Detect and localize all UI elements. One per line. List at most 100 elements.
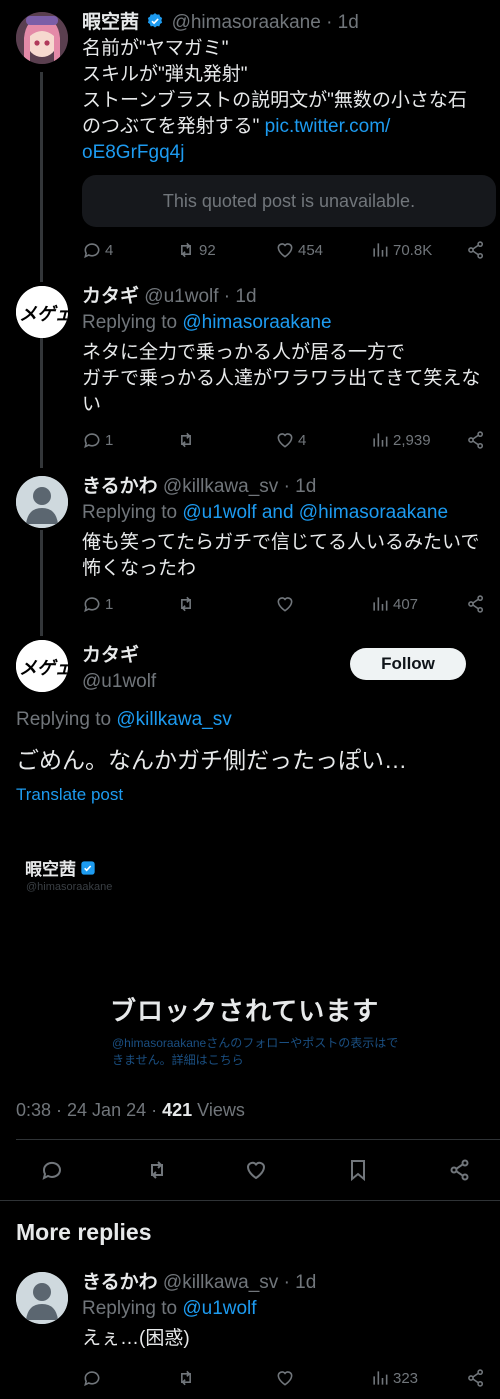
share-button[interactable] — [466, 240, 486, 260]
image-display-name: 暇空茜 — [25, 855, 96, 880]
image-handle: @himasoraakane — [26, 881, 113, 893]
attached-image[interactable]: 暇空茜 @himasoraakane ブロックされています @himasoraa… — [16, 823, 484, 1085]
retweet-icon — [181, 242, 191, 258]
handle[interactable]: @himasoraakane — [172, 12, 321, 33]
retweet-button[interactable] — [176, 594, 199, 614]
tweet-killkawa[interactable]: きるかわ @killkawa_sv · 1d Replying to @u1wo… — [0, 472, 500, 620]
share-icon — [468, 1369, 484, 1387]
share-icon — [468, 595, 484, 613]
verified-badge-icon — [148, 13, 163, 28]
bookmark-icon[interactable] — [346, 1158, 370, 1182]
share-button[interactable] — [466, 594, 486, 614]
display-name[interactable]: きるかわ — [82, 1272, 158, 1293]
handwritten-avatar-icon: メゲェ。 — [16, 640, 68, 692]
handle[interactable]: @u1wolf — [82, 671, 156, 692]
tweet-actions: 1 407 — [82, 592, 486, 616]
reply-button[interactable]: 4 — [82, 240, 113, 260]
pic-link[interactable]: pic.twitter.com/ — [265, 116, 391, 137]
tweet-text-line: い — [82, 394, 102, 415]
tweet-actions: 323 — [82, 1366, 486, 1390]
divider — [16, 1139, 500, 1140]
tweet-text: 名前が"ヤマガミ" スキルが"弾丸発射" ストーンブラストの説明文が"無数の小さ… — [82, 36, 484, 166]
reply-button[interactable]: 1 — [82, 594, 113, 614]
reply-icon — [84, 433, 100, 449]
post-time[interactable]: 0:38 · 24 Jan 24 · — [16, 1100, 157, 1120]
share-button[interactable] — [466, 430, 486, 450]
share-icon[interactable] — [448, 1158, 472, 1182]
avatar[interactable]: メゲェ。 — [16, 286, 68, 338]
avatar[interactable] — [16, 12, 68, 64]
quoted-post-unavailable: This quoted post is unavailable. — [82, 175, 496, 227]
mention-link[interactable]: @u1wolf — [182, 1298, 256, 1319]
tweet-text-line: ガチで乗っかる人達がワラワラ出てきて笑えな — [82, 368, 481, 389]
tweet-text-line: ネタに全力で乗っかる人が居る一方で — [82, 342, 406, 363]
tweet-text: えぇ…(困惑) — [82, 1328, 190, 1349]
mention-link[interactable]: @u1wolf and @himasoraakane — [182, 502, 448, 523]
like-button[interactable]: 454 — [275, 240, 323, 260]
handle[interactable]: @u1wolf — [144, 286, 218, 307]
reply-button[interactable] — [82, 1368, 102, 1388]
like-button[interactable] — [275, 594, 298, 614]
heart-icon — [277, 597, 293, 612]
timestamp[interactable]: · 1d — [284, 1272, 317, 1293]
tweet-himasoraakane[interactable]: 暇空茜 @himasoraakane · 1d 名前が"ヤマガミ" スキルが"弾… — [0, 0, 500, 280]
retweet-button[interactable] — [176, 1368, 196, 1388]
retweet-button[interactable]: 92 — [176, 240, 216, 260]
like-button[interactable] — [275, 1368, 295, 1388]
avatar[interactable]: メゲェ。 — [16, 640, 68, 692]
handle[interactable]: @killkawa_sv — [163, 476, 278, 497]
reply-button[interactable]: 1 — [82, 430, 113, 450]
display-name[interactable]: カタギ — [82, 286, 139, 307]
blocked-description: @himasoraakaneさんのフォローやポストの表示はで きません。詳細はこ… — [112, 1036, 399, 1067]
handle[interactable]: @killkawa_sv — [163, 1272, 278, 1293]
retweet-button[interactable] — [176, 430, 199, 450]
mention-link[interactable]: @killkawa_sv — [116, 709, 231, 730]
views-icon — [373, 243, 388, 257]
views-count: 421 — [162, 1100, 193, 1120]
retweet-icon — [181, 596, 191, 612]
replying-to: Replying to @u1wolf and @himasoraakane — [82, 502, 449, 523]
views-button[interactable]: 407 — [370, 594, 418, 614]
retweet-icon — [181, 1370, 191, 1386]
tweet-more-reply[interactable]: きるかわ @killkawa_sv · 1d Replying to @u1wo… — [0, 1264, 500, 1399]
timestamp[interactable]: · 1d — [224, 286, 257, 307]
default-avatar-icon — [16, 476, 68, 528]
views-button[interactable]: 70.8K — [370, 240, 432, 260]
retweet-icon[interactable] — [145, 1158, 169, 1182]
tweet-header: きるかわ @killkawa_sv · 1d — [82, 474, 484, 500]
handwritten-avatar-icon: メゲェ。 — [16, 286, 68, 338]
tweet-text-line: のつぶてを発射する" pic.twitter.com/ — [82, 116, 391, 137]
timestamp[interactable]: · 1d — [284, 476, 317, 497]
like-button[interactable]: 4 — [275, 430, 306, 450]
timestamp[interactable]: · 1d — [326, 12, 359, 33]
translate-link[interactable]: Translate post — [16, 785, 123, 805]
avatar[interactable] — [16, 1272, 68, 1324]
pic-link-rest[interactable]: oE8GrFgq4j — [82, 140, 484, 166]
views-button[interactable]: 323 — [370, 1368, 418, 1388]
more-replies-heading: More replies — [16, 1219, 152, 1245]
tweet-meta: 0:38 · 24 Jan 24 · 421 Views — [16, 1100, 245, 1121]
follow-button[interactable]: Follow — [350, 648, 466, 680]
views-button[interactable]: 2,939 — [370, 430, 431, 450]
display-name[interactable]: 暇空茜 — [82, 12, 139, 33]
tweet-header: 暇空茜 @himasoraakane · 1d — [82, 10, 484, 36]
avatar[interactable] — [16, 476, 68, 528]
heart-icon[interactable] — [244, 1158, 268, 1182]
avatar-lettering: メゲェ。 — [19, 304, 68, 325]
display-name[interactable]: きるかわ — [82, 476, 158, 497]
reply-icon[interactable] — [40, 1158, 64, 1182]
tweet-text: 俺も笑ってたらガチで信じてる人いるみたいで 怖くなったわ — [82, 530, 484, 582]
main-author: カタギ @u1wolf — [82, 643, 156, 695]
display-name[interactable]: カタギ — [82, 645, 139, 666]
tweet-text: ネタに全力で乗っかる人が居る一方で ガチで乗っかる人達がワラワラ出てきて笑えな … — [82, 340, 484, 418]
avatar-lettering: メゲェ。 — [19, 658, 68, 679]
replying-to: Replying to @u1wolf — [82, 1298, 257, 1319]
mention-link[interactable]: @himasoraakane — [182, 312, 331, 333]
heart-icon — [277, 243, 293, 258]
views-label: Views — [197, 1100, 245, 1120]
tweet-header: カタギ @u1wolf · 1d — [82, 284, 484, 310]
reply-icon — [84, 1371, 100, 1387]
tweet-u1wolf[interactable]: メゲェ。 カタギ @u1wolf · 1d Replying to @himas… — [0, 282, 500, 462]
default-avatar-icon — [16, 1272, 68, 1324]
share-button[interactable] — [466, 1368, 486, 1388]
